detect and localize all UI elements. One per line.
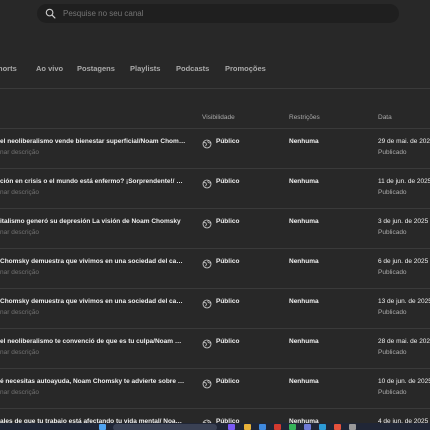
video-description[interactable]: nar descrição bbox=[0, 389, 39, 396]
tab-shorts[interactable]: horts bbox=[0, 64, 17, 73]
visibility-label[interactable]: Público bbox=[216, 218, 239, 225]
tab-promotions[interactable]: Promoções bbox=[225, 64, 266, 73]
column-visibility[interactable]: Visibilidade bbox=[202, 114, 235, 121]
column-restrictions[interactable]: Restrições bbox=[289, 114, 320, 121]
search-input[interactable] bbox=[63, 4, 383, 23]
globe-icon bbox=[202, 176, 212, 189]
video-description[interactable]: nar descrição bbox=[0, 309, 39, 316]
table-row[interactable]: el neoliberalismo vende bienestar superf… bbox=[0, 129, 430, 169]
publish-date: 28 de mai. de 2025 bbox=[378, 338, 430, 345]
browser-icon[interactable] bbox=[289, 424, 296, 430]
video-description[interactable]: nar descrição bbox=[0, 149, 39, 156]
table-row[interactable]: el neoliberalismo te convenció de que es… bbox=[0, 329, 430, 369]
video-title[interactable]: italismo generó su depresión La visión d… bbox=[0, 218, 186, 225]
publish-date: 10 de jun. de 2025 bbox=[378, 378, 430, 385]
tabs-divider bbox=[0, 88, 430, 89]
globe-icon bbox=[202, 376, 212, 389]
folder-icon[interactable] bbox=[244, 424, 251, 430]
video-description[interactable]: nar descrição bbox=[0, 269, 39, 276]
publish-status: Publicado bbox=[378, 349, 407, 356]
table-row[interactable]: ción en crisis o el mundo está enfermo? … bbox=[0, 169, 430, 209]
publish-status: Publicado bbox=[378, 149, 407, 156]
table-row[interactable]: italismo generó su depresión La visión d… bbox=[0, 209, 430, 249]
table-row[interactable]: Chomsky demuestra que vivimos en una soc… bbox=[0, 249, 430, 289]
visibility-label[interactable]: Público bbox=[216, 378, 239, 385]
video-list: el neoliberalismo vende bienestar superf… bbox=[0, 129, 430, 430]
tab-posts[interactable]: Postagens bbox=[77, 64, 115, 73]
restrictions-value: Nenhuma bbox=[289, 378, 319, 385]
publish-status: Publicado bbox=[378, 309, 407, 316]
restrictions-value: Nenhuma bbox=[289, 178, 319, 185]
visibility-label[interactable]: Público bbox=[216, 138, 239, 145]
start-icon[interactable] bbox=[99, 424, 106, 430]
video-title[interactable]: el neoliberalismo vende bienestar superf… bbox=[0, 138, 186, 145]
app-icon[interactable] bbox=[334, 424, 341, 430]
publish-date: 11 de jun. de 2025 bbox=[378, 178, 430, 185]
app-icon[interactable] bbox=[304, 424, 311, 430]
publish-status: Publicado bbox=[378, 189, 407, 196]
publish-status: Publicado bbox=[378, 229, 407, 236]
tab-live[interactable]: Ao vivo bbox=[36, 64, 63, 73]
globe-icon bbox=[202, 256, 212, 269]
video-title[interactable]: ción en crisis o el mundo está enfermo? … bbox=[0, 178, 186, 185]
search-icon[interactable] bbox=[45, 8, 56, 19]
video-title[interactable]: é necesitas autoayuda, Noam Chomsky te a… bbox=[0, 378, 186, 385]
publish-status: Publicado bbox=[378, 389, 407, 396]
app-icon[interactable] bbox=[274, 424, 281, 430]
globe-icon bbox=[202, 216, 212, 229]
video-title[interactable]: Chomsky demuestra que vivimos en una soc… bbox=[0, 258, 186, 265]
restrictions-value: Nenhuma bbox=[289, 258, 319, 265]
publish-status: Publicado bbox=[378, 269, 407, 276]
table-row[interactable]: é necesitas autoayuda, Noam Chomsky te a… bbox=[0, 369, 430, 409]
tab-playlists[interactable]: Playlists bbox=[130, 64, 160, 73]
globe-icon bbox=[202, 136, 212, 149]
publish-date: 29 de mai. de 2025 bbox=[378, 138, 430, 145]
restrictions-value: Nenhuma bbox=[289, 338, 319, 345]
column-date[interactable]: Data bbox=[378, 114, 392, 121]
app-icon[interactable] bbox=[259, 424, 266, 430]
video-title[interactable]: el neoliberalismo te convenció de que es… bbox=[0, 338, 186, 345]
tab-podcasts[interactable]: Podcasts bbox=[176, 64, 209, 73]
video-description[interactable]: nar descrição bbox=[0, 349, 39, 356]
channel-search[interactable] bbox=[37, 4, 399, 23]
restrictions-value: Nenhuma bbox=[289, 138, 319, 145]
video-description[interactable]: nar descrição bbox=[0, 229, 39, 236]
app-icon[interactable] bbox=[228, 424, 235, 430]
taskbar bbox=[0, 423, 430, 430]
visibility-label[interactable]: Público bbox=[216, 258, 239, 265]
video-description[interactable]: nar descrição bbox=[0, 189, 39, 196]
table-header: Visibilidade Restrições Data bbox=[0, 110, 430, 128]
video-title[interactable]: Chomsky demuestra que vivimos en una soc… bbox=[0, 298, 186, 305]
app-icon[interactable] bbox=[319, 424, 326, 430]
visibility-label[interactable]: Público bbox=[216, 338, 239, 345]
publish-date: 6 de jun. de 2025 bbox=[378, 258, 429, 265]
top-bar bbox=[0, 0, 430, 28]
publish-date: 13 de jun. de 2025 bbox=[378, 298, 430, 305]
table-row[interactable]: Chomsky demuestra que vivimos en una soc… bbox=[0, 289, 430, 329]
globe-icon bbox=[202, 296, 212, 309]
visibility-label[interactable]: Público bbox=[216, 298, 239, 305]
globe-icon bbox=[202, 336, 212, 349]
restrictions-value: Nenhuma bbox=[289, 298, 319, 305]
content-tabs: horts Ao vivo Postagens Playlists Podcas… bbox=[0, 64, 430, 84]
visibility-label[interactable]: Público bbox=[216, 178, 239, 185]
restrictions-value: Nenhuma bbox=[289, 218, 319, 225]
publish-date: 3 de jun. de 2025 bbox=[378, 218, 429, 225]
taskbar-search[interactable] bbox=[113, 424, 217, 430]
app-icon[interactable] bbox=[349, 424, 356, 430]
